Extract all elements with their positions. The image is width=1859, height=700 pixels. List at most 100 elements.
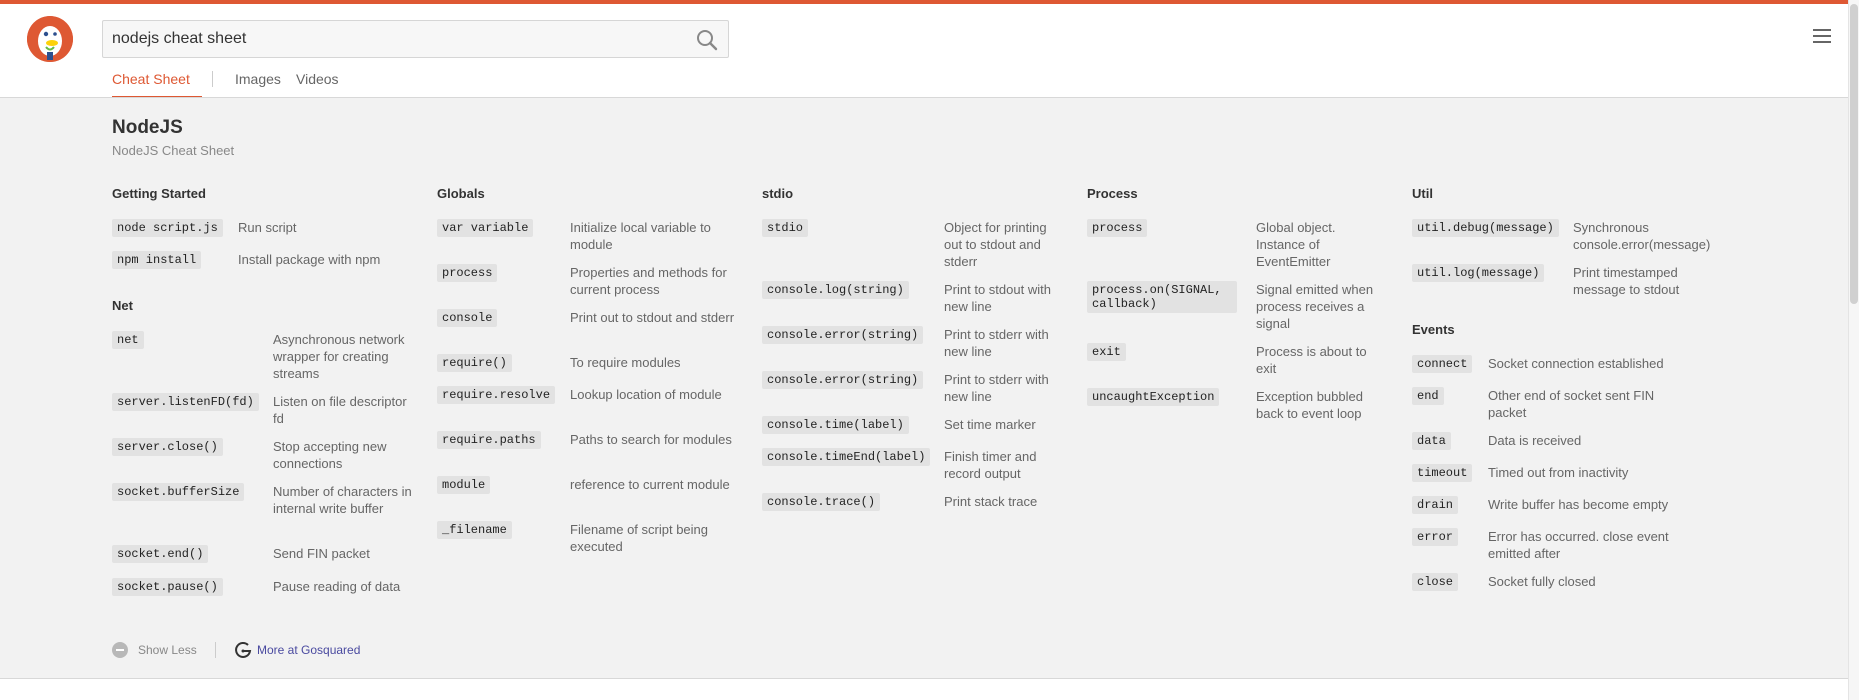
minus-circle-icon[interactable] — [112, 642, 128, 658]
code-snippet: util.log(message) — [1412, 264, 1545, 282]
code-snippet: exit — [1087, 343, 1126, 361]
code-description: Print timestamped message to stdout — [1573, 265, 1680, 297]
code-description: Set time marker — [944, 417, 1036, 432]
footer-separator — [215, 642, 216, 658]
code-snippet: require() — [437, 354, 512, 372]
code-snippet: end — [1412, 387, 1444, 405]
code-snippet: npm install — [112, 251, 202, 269]
code-snippet: server.close() — [112, 438, 223, 456]
section-title-util: Util — [1412, 186, 1433, 201]
duck-icon — [27, 16, 73, 62]
top-accent-bar — [0, 0, 1859, 4]
code-description: Global object. Instance of EventEmitter — [1256, 220, 1336, 269]
code-snippet: var variable — [437, 219, 534, 237]
code-snippet: require.paths — [437, 431, 541, 449]
code-description: Asynchronous network wrapper for creatin… — [273, 332, 405, 381]
section-title-events: Events — [1412, 322, 1455, 337]
hamburger-icon-line — [1813, 35, 1831, 37]
code-description: Print to stderr with new line — [944, 327, 1049, 359]
code-description: Write buffer has become empty — [1488, 497, 1669, 512]
code-snippet: server.listenFD(fd) — [112, 393, 259, 411]
code-description: Paths to search for modules — [570, 432, 732, 447]
code-description: Signal emitted when process receives a s… — [1256, 282, 1374, 331]
code-snippet: console.trace() — [762, 493, 881, 511]
code-description: reference to current module — [570, 477, 730, 492]
code-snippet: uncaughtException — [1087, 388, 1220, 406]
tab-images[interactable]: Images — [235, 71, 281, 87]
tab-videos[interactable]: Videos — [296, 71, 339, 87]
code-description: Error has occurred. close event emitted … — [1488, 529, 1669, 561]
code-snippet: console.time(label) — [762, 416, 909, 434]
search-input[interactable] — [112, 21, 672, 57]
code-description: Filename of script being executed — [570, 522, 709, 554]
code-snippet: timeout — [1412, 464, 1473, 482]
code-snippet: close — [1412, 573, 1459, 591]
code-description: Object for printing out to stdout and st… — [944, 220, 1047, 269]
code-description: Timed out from inactivity — [1488, 465, 1629, 480]
tab-cheat-sheet[interactable]: Cheat Sheet — [112, 71, 190, 87]
menu-button[interactable] — [1813, 29, 1831, 45]
code-snippet: node script.js — [112, 219, 223, 237]
code-description: Socket fully closed — [1488, 574, 1596, 589]
code-snippet: connect — [1412, 355, 1473, 373]
code-description: Properties and methods for current proce… — [570, 265, 727, 297]
code-snippet: console — [437, 309, 498, 327]
code-description: To require modules — [570, 355, 681, 370]
code-description: Data is received — [1488, 433, 1582, 448]
duckduckgo-logo[interactable] — [27, 16, 73, 62]
code-description: Run script — [238, 220, 297, 235]
code-description: Print stack trace — [944, 494, 1038, 509]
search-box[interactable] — [102, 20, 729, 58]
search-button[interactable] — [694, 27, 720, 53]
code-snippet: process.on(SIGNAL, callback) — [1087, 281, 1237, 313]
more-at-gosquared-link[interactable]: More at Gosquared — [257, 643, 360, 657]
code-description: Pause reading of data — [273, 579, 401, 594]
tab-separator — [212, 71, 213, 87]
hamburger-icon — [1813, 29, 1831, 31]
code-description: Listen on file descriptor fd — [273, 394, 407, 426]
code-snippet: socket.bufferSize — [112, 483, 245, 501]
code-description: Print out to stdout and stderr — [570, 310, 735, 325]
code-description: Send FIN packet — [273, 546, 370, 561]
code-description: Other end of socket sent FIN packet — [1488, 388, 1655, 420]
page-scrollbar[interactable] — [1848, 0, 1859, 700]
code-description: Print to stderr with new line — [944, 372, 1049, 404]
code-description: Synchronous console.error(message) — [1573, 220, 1711, 252]
code-snippet: console.timeEnd(label) — [762, 448, 931, 466]
section-title-process: Process — [1087, 186, 1138, 201]
code-description: Lookup location of module — [570, 387, 722, 402]
code-snippet: net — [112, 331, 144, 349]
code-snippet: data — [1412, 432, 1451, 450]
code-description: Exception bubbled back to event loop — [1256, 389, 1363, 421]
code-snippet: process — [437, 264, 498, 282]
code-snippet: util.debug(message) — [1412, 219, 1559, 237]
code-snippet: module — [437, 476, 491, 494]
code-snippet: console.error(string) — [762, 371, 924, 389]
code-description: Install package with npm — [238, 252, 381, 267]
code-description: Initialize local variable to module — [570, 220, 711, 252]
hamburger-icon-line — [1813, 41, 1831, 43]
section-title-getting-started: Getting Started — [112, 186, 206, 201]
code-description: Finish timer and record output — [944, 449, 1037, 481]
page-subtitle: NodeJS Cheat Sheet — [112, 143, 235, 158]
code-description: Number of characters in internal write b… — [273, 484, 412, 516]
show-less-button[interactable]: Show Less — [138, 643, 197, 657]
section-title-net: Net — [112, 298, 133, 313]
page-title: NodeJS — [112, 117, 183, 138]
code-snippet: drain — [1412, 496, 1459, 514]
code-snippet: console.log(string) — [762, 281, 909, 299]
section-title-globals: Globals — [437, 186, 485, 201]
code-snippet: process — [1087, 219, 1148, 237]
code-snippet: stdio — [762, 219, 809, 237]
code-snippet: _filename — [437, 521, 512, 539]
code-snippet: socket.pause() — [112, 578, 223, 596]
gosquared-icon — [235, 642, 252, 658]
search-icon — [697, 30, 718, 51]
scrollbar-thumb[interactable] — [1850, 4, 1858, 304]
code-description: Stop accepting new connections — [273, 439, 387, 471]
code-snippet: console.error(string) — [762, 326, 924, 344]
code-description: Process is about to exit — [1256, 344, 1367, 376]
code-snippet: require.resolve — [437, 386, 556, 404]
code-description: Socket connection established — [1488, 356, 1664, 371]
code-snippet: socket.end() — [112, 545, 209, 563]
